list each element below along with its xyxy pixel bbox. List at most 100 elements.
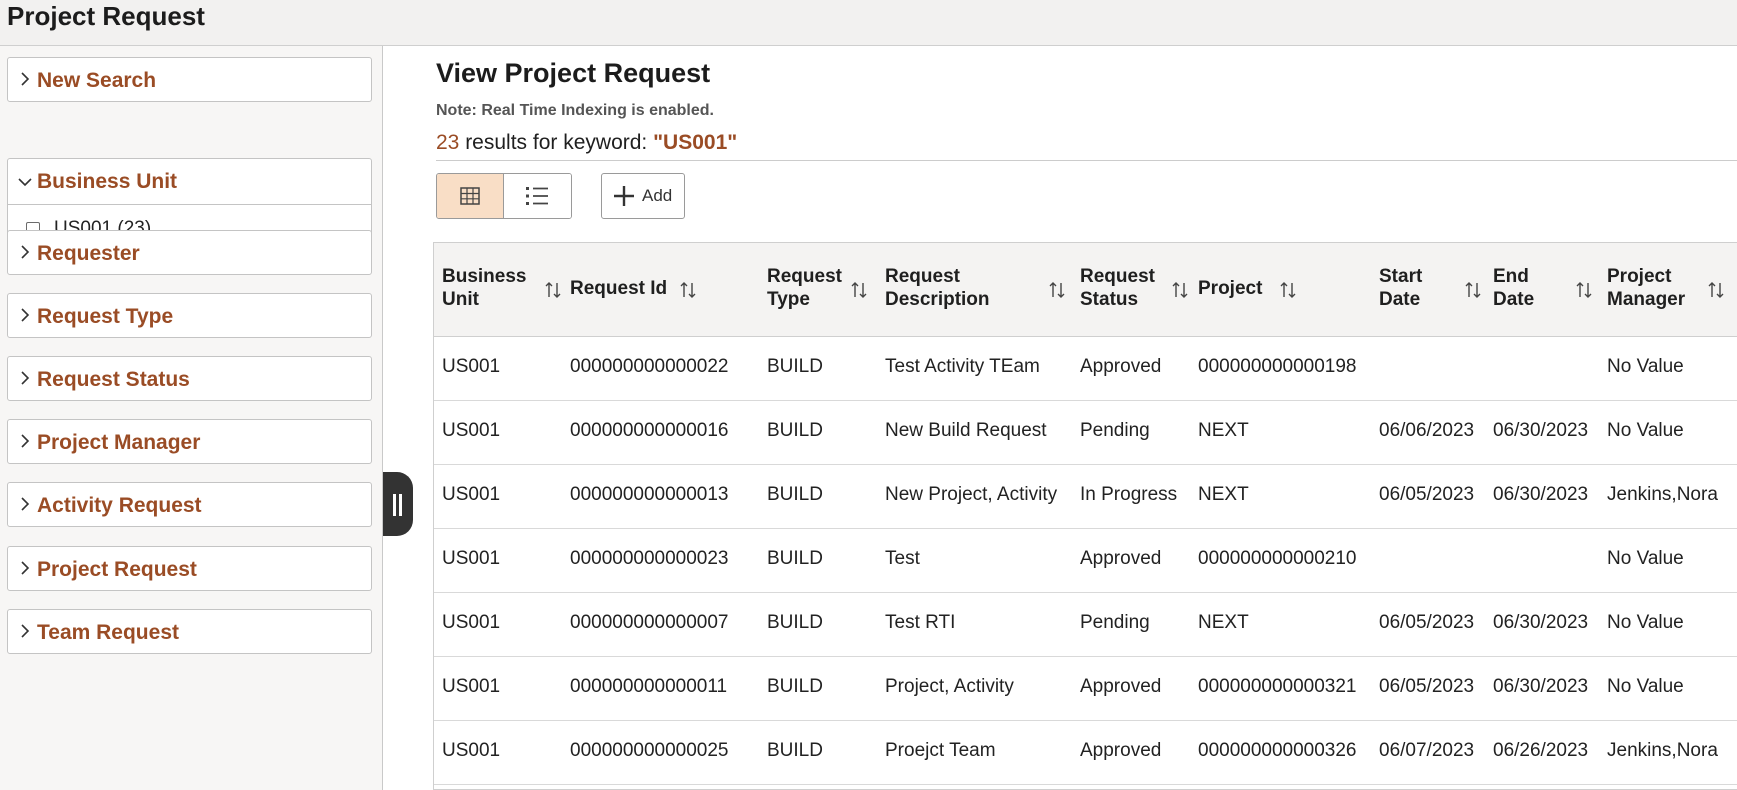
facet-requester[interactable]: Requester: [7, 230, 372, 275]
cell-id: 000000000000025: [570, 740, 729, 761]
cell-pm: Jenkins,Nora: [1607, 484, 1718, 505]
facet-business-unit-header[interactable]: Business Unit: [8, 159, 371, 205]
cell-desc: Project, Activity: [885, 676, 1014, 697]
facet-label: Requester: [37, 242, 140, 265]
header-line: Status: [1080, 289, 1139, 310]
grid-view-button[interactable]: [437, 174, 504, 218]
table-row[interactable]: US001 000000000000013 BUILD New Project, Ac…: [434, 465, 1737, 529]
column-header-label: Project: [1198, 278, 1263, 299]
chevron-right-icon: [21, 308, 30, 322]
cell-type: BUILD: [767, 740, 823, 761]
cell-id: 000000000000007: [570, 612, 729, 633]
list-icon: [526, 187, 548, 205]
cell-type: BUILD: [767, 612, 823, 633]
header-line: Unit: [442, 289, 479, 310]
cell-start: 06/05/2023: [1379, 612, 1475, 633]
results-grid: Business Unit Request Id Request Type Requ…: [433, 242, 1737, 790]
cell-status: Pending: [1080, 420, 1150, 441]
facet-project-request[interactable]: Project Request: [7, 546, 372, 591]
table-row[interactable]: US001 000000000000025 BUILD Proejct Team App…: [434, 721, 1737, 785]
cell-bu: US001: [442, 548, 501, 569]
column-header-label: Project Manager: [1607, 265, 1685, 311]
column-header-request-status[interactable]: Request Status: [1080, 243, 1190, 336]
sort-icon: [1465, 282, 1481, 298]
view-toggle: [436, 173, 572, 219]
facet-request-status[interactable]: Request Status: [7, 356, 372, 401]
table-row[interactable]: US001 000000000000016 BUILD New Build Reque…: [434, 401, 1737, 465]
column-header-end-date[interactable]: End Date: [1493, 243, 1593, 336]
column-header-project-manager[interactable]: Project Manager: [1607, 243, 1727, 336]
cell-end: 06/30/2023: [1493, 676, 1589, 697]
list-view-button[interactable]: [504, 174, 571, 218]
table-row[interactable]: US001 000000000000007 BUILD Test RTI Pending…: [434, 593, 1737, 657]
facet-project-manager[interactable]: Project Manager: [7, 419, 372, 464]
facet-label: Team Request: [37, 621, 179, 644]
chevron-down-icon: [18, 178, 32, 187]
cell-pm: No Value: [1607, 548, 1684, 569]
divider: [436, 160, 1737, 161]
cell-end: 06/26/2023: [1493, 740, 1589, 761]
table-row[interactable]: US001 000000000000022 BUILD Test Activity T…: [434, 337, 1737, 401]
chevron-right-icon: [21, 624, 30, 638]
chevron-right-icon: [21, 561, 30, 575]
cell-desc: Test RTI: [885, 612, 956, 633]
grid-header: Business Unit Request Id Request Type Requ…: [434, 243, 1737, 337]
cell-id: 000000000000016: [570, 420, 729, 441]
column-header-request-id[interactable]: Request Id: [570, 243, 756, 336]
header-line: Start: [1379, 266, 1423, 287]
results-text: results for keyword:: [459, 131, 654, 154]
header-line: Request: [1080, 266, 1155, 287]
facet-label: New Search: [37, 69, 157, 92]
column-header-label: Request Type: [767, 265, 842, 311]
cell-desc: Test Activity TEam: [885, 356, 1040, 377]
facet-request-type[interactable]: Request Type: [7, 293, 372, 338]
facet-team-request[interactable]: Team Request: [7, 609, 372, 654]
chevron-right-icon: [21, 72, 30, 86]
cell-bu: US001: [442, 676, 501, 697]
column-header-request-description[interactable]: Request Description: [885, 243, 1073, 336]
facet-label: Activity Request: [37, 494, 202, 517]
cell-start: 06/06/2023: [1379, 420, 1475, 441]
cell-desc: New Project, Activity: [885, 484, 1058, 505]
facet-label: Request Type: [37, 305, 174, 328]
cell-end: 06/30/2023: [1493, 420, 1589, 441]
cell-bu: US001: [442, 420, 501, 441]
grid-icon: [460, 187, 480, 205]
cell-project: NEXT: [1198, 612, 1249, 633]
column-header-business-unit[interactable]: Business Unit: [442, 243, 561, 336]
facet-activity-request[interactable]: Activity Request: [7, 482, 372, 527]
cell-desc: New Build Request: [885, 420, 1047, 441]
cell-status: Approved: [1080, 676, 1162, 697]
add-button[interactable]: Add: [601, 173, 685, 219]
cell-type: BUILD: [767, 356, 823, 377]
column-header-start-date[interactable]: Start Date: [1379, 243, 1481, 336]
table-row[interactable]: US001 000000000000011 BUILD Project, Activi…: [434, 657, 1737, 721]
cell-bu: US001: [442, 740, 501, 761]
cell-id: 000000000000023: [570, 548, 729, 569]
chevron-right-icon: [21, 497, 30, 511]
cell-desc: Proejct Team: [885, 740, 996, 761]
indexing-note: Note: Real Time Indexing is enabled.: [436, 102, 714, 119]
page-header: Project Request: [0, 0, 1737, 46]
table-row[interactable]: US001 000000000000023 BUILD Test Approved 000…: [434, 529, 1737, 593]
main-content: View Project Request Note: Real Time Ind…: [384, 46, 1737, 790]
column-header-label: Business Unit: [442, 265, 526, 311]
sort-icon: [545, 282, 561, 298]
sort-icon: [680, 282, 696, 298]
cell-project: NEXT: [1198, 420, 1249, 441]
facet-new-search[interactable]: New Search: [7, 57, 372, 102]
plus-icon: [614, 186, 634, 206]
header-line: End: [1493, 266, 1529, 287]
cell-start: 06/05/2023: [1379, 676, 1475, 697]
column-header-project[interactable]: Project: [1198, 243, 1368, 336]
column-header-label: Request Status: [1080, 265, 1155, 311]
results-keyword: "US001": [653, 131, 738, 154]
column-header-label: Request Id: [570, 278, 668, 299]
view-title: View Project Request: [436, 58, 711, 88]
sort-icon: [1049, 282, 1065, 298]
cell-pm: No Value: [1607, 676, 1684, 697]
column-header-request-type[interactable]: Request Type: [767, 243, 875, 336]
cell-start: 06/05/2023: [1379, 484, 1475, 505]
header-line: Project: [1607, 266, 1672, 287]
cell-pm: No Value: [1607, 420, 1684, 441]
